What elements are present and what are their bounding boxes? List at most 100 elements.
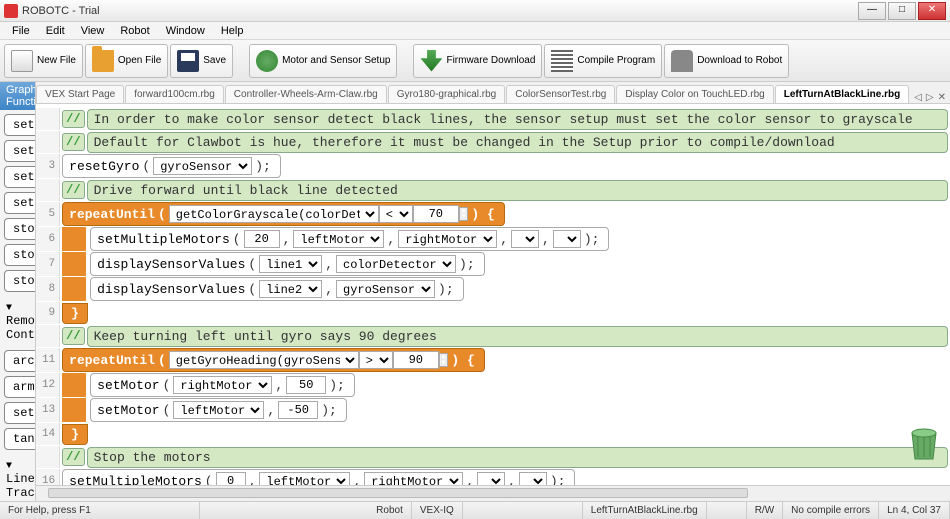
- param-line[interactable]: line1: [259, 255, 322, 273]
- menu-window[interactable]: Window: [158, 23, 213, 39]
- stmt-setmultiplemotors[interactable]: setMultipleMotors( , leftMotor, rightMot…: [62, 469, 575, 485]
- comment-marker: //: [62, 448, 84, 466]
- compile-icon: [551, 50, 573, 72]
- fn-setjoystickscale[interactable]: setJoystickScale: [4, 402, 36, 424]
- stmt-setmultiplemotors[interactable]: setMultipleMotors( , leftMotor, rightMot…: [90, 227, 609, 251]
- save-icon: [177, 50, 199, 72]
- new-file-icon: [11, 50, 33, 72]
- fn-arcadecontrol[interactable]: arcadeControl: [4, 350, 36, 372]
- tab-start[interactable]: VEX Start Page: [36, 85, 124, 103]
- maximize-button[interactable]: □: [888, 2, 916, 20]
- editor-tabs: VEX Start Page forward100cm.rbg Controll…: [36, 82, 950, 104]
- param-speed[interactable]: [278, 401, 318, 419]
- cat-remote-control[interactable]: Remote Control: [0, 296, 35, 346]
- menu-help[interactable]: Help: [213, 23, 252, 39]
- fn-stopallmotors[interactable]: stopAllMotors: [4, 218, 36, 240]
- stmt-displaysensor[interactable]: displaySensorValues( line2, gyroSensor )…: [90, 277, 463, 301]
- fn-stopmultiplemotors[interactable]: stopMultipleMotors: [4, 270, 36, 292]
- tab-forward100[interactable]: forward100cm.rbg: [125, 85, 224, 103]
- close-brace[interactable]: }: [62, 424, 88, 445]
- code-editor[interactable]: // In order to make color sensor detect …: [36, 104, 950, 485]
- param-threshold[interactable]: [393, 351, 439, 369]
- tab-prev[interactable]: ◁: [914, 92, 922, 103]
- compile-button[interactable]: Compile Program: [544, 44, 662, 78]
- param-motor4[interactable]: [553, 230, 581, 248]
- param-cond-expr[interactable]: getGyroHeading(gyroSensor): [169, 351, 359, 369]
- close-button[interactable]: ✕: [918, 2, 946, 20]
- tab-close[interactable]: ✕: [938, 92, 946, 103]
- tab-colorsensor[interactable]: ColorSensorTest.rbg: [506, 85, 615, 103]
- menu-file[interactable]: File: [4, 23, 38, 39]
- status-rw: R/W: [747, 502, 783, 519]
- param-gyrosensor[interactable]: gyroSensor: [153, 157, 252, 175]
- status-robot: Robot: [368, 502, 412, 519]
- cat-line-tracking[interactable]: Line Tracking: [0, 454, 35, 501]
- stmt-displaysensor[interactable]: displaySensorValues( line1, colorDetecto…: [90, 252, 484, 276]
- comment-marker: //: [62, 110, 84, 128]
- param-motor[interactable]: rightMotor: [173, 376, 272, 394]
- param-motor1[interactable]: leftMotor: [259, 472, 350, 485]
- param-threshold[interactable]: [413, 205, 459, 223]
- param-speed[interactable]: [216, 472, 246, 485]
- fn-setmotortarget[interactable]: setMotorTarget: [4, 166, 36, 188]
- param-motor[interactable]: leftMotor: [173, 401, 264, 419]
- param-motor3[interactable]: [477, 472, 505, 485]
- param-motor3[interactable]: [511, 230, 539, 248]
- param-op[interactable]: >: [359, 351, 393, 369]
- comment-block[interactable]: Stop the motors: [87, 447, 948, 468]
- minimize-button[interactable]: —: [858, 2, 886, 20]
- tab-gyro180[interactable]: Gyro180-graphical.rbg: [388, 85, 506, 103]
- spinner[interactable]: ▲▼: [439, 353, 449, 367]
- param-motor1[interactable]: leftMotor: [293, 230, 384, 248]
- editor-hscrollbar[interactable]: [36, 485, 950, 501]
- fn-setmotorreversed[interactable]: setMotorReversed: [4, 140, 36, 162]
- trash-icon[interactable]: [906, 423, 942, 463]
- close-brace[interactable]: }: [62, 303, 88, 324]
- param-speed[interactable]: [286, 376, 326, 394]
- open-file-button[interactable]: Open File: [85, 44, 168, 78]
- comment-block[interactable]: Drive forward until black line detected: [87, 180, 948, 201]
- new-file-button[interactable]: New File: [4, 44, 83, 78]
- status-errors: No compile errors: [783, 502, 879, 519]
- param-speed[interactable]: [244, 230, 280, 248]
- fn-setmultiplemotors[interactable]: setMultipleMotors: [4, 192, 36, 214]
- ctrl-repeatuntil[interactable]: repeatUntil( getGyroHeading(gyroSensor) …: [62, 348, 485, 372]
- stmt-resetgyro[interactable]: resetGyro( gyroSensor );: [62, 154, 281, 178]
- download-robot-button[interactable]: Download to Robot: [664, 44, 789, 78]
- param-cond-expr[interactable]: getColorGrayscale(colorDetector): [169, 205, 379, 223]
- fn-armcontrol[interactable]: armControl: [4, 376, 36, 398]
- spinner[interactable]: ▲▼: [459, 207, 469, 221]
- tab-leftturn[interactable]: LeftTurnAtBlackLine.rbg: [775, 85, 909, 103]
- param-line[interactable]: line2: [259, 280, 322, 298]
- tab-displaycolor[interactable]: Display Color on TouchLED.rbg: [616, 85, 773, 103]
- comment-block[interactable]: Keep turning left until gyro says 90 deg…: [87, 326, 948, 347]
- fn-setmotor[interactable]: setMotor: [4, 114, 36, 136]
- download-icon: [671, 50, 693, 72]
- status-file: LeftTurnAtBlackLine.rbg: [583, 502, 707, 519]
- tab-next[interactable]: ▷: [926, 92, 934, 103]
- param-motor2[interactable]: rightMotor: [398, 230, 497, 248]
- menu-view[interactable]: View: [73, 23, 113, 39]
- param-motor2[interactable]: rightMotor: [364, 472, 463, 485]
- firmware-icon: [420, 50, 442, 72]
- param-sensor[interactable]: colorDetector: [336, 255, 456, 273]
- ctrl-repeatuntil[interactable]: repeatUntil( getColorGrayscale(colorDete…: [62, 202, 505, 226]
- comment-marker: //: [62, 181, 84, 199]
- param-sensor[interactable]: gyroSensor: [336, 280, 435, 298]
- param-op[interactable]: <: [379, 205, 413, 223]
- tab-controller[interactable]: Controller-Wheels-Arm-Claw.rbg: [225, 85, 387, 103]
- stmt-setmotor[interactable]: setMotor( rightMotor, );: [90, 373, 355, 397]
- save-button[interactable]: Save: [170, 44, 233, 78]
- fn-tankcontrol[interactable]: tankControl: [4, 428, 36, 450]
- sensor-setup-button[interactable]: Motor and Sensor Setup: [249, 44, 397, 78]
- menu-robot[interactable]: Robot: [112, 23, 157, 39]
- fn-stopmotor[interactable]: stopMotor: [4, 244, 36, 266]
- menu-edit[interactable]: Edit: [38, 23, 73, 39]
- param-motor4[interactable]: [519, 472, 547, 485]
- comment-block[interactable]: In order to make color sensor detect bla…: [87, 109, 948, 130]
- comment-block[interactable]: Default for Clawbot is hue, therefore it…: [87, 132, 948, 153]
- app-icon: [4, 4, 18, 18]
- firmware-download-button[interactable]: Firmware Download: [413, 44, 542, 78]
- sidebar: Graphical Functions setMotor setMotorRev…: [0, 82, 36, 501]
- stmt-setmotor[interactable]: setMotor( leftMotor, );: [90, 398, 347, 422]
